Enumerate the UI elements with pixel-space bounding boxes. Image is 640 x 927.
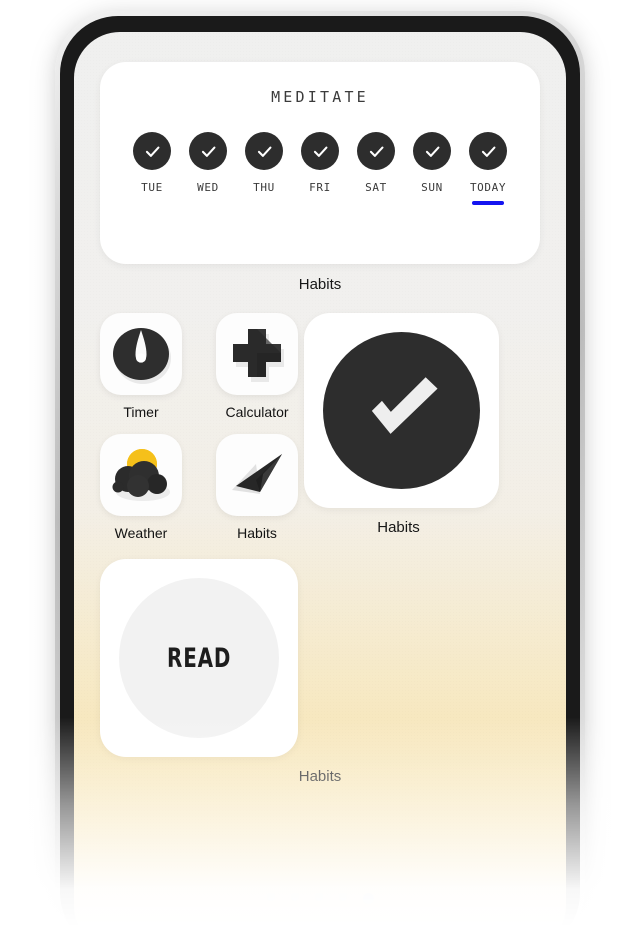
paper-plane-icon[interactable] — [216, 434, 298, 516]
day-column-wed[interactable]: WED — [182, 132, 234, 205]
check-circle-icon[interactable] — [413, 132, 451, 170]
day-column-fri[interactable]: FRI — [294, 132, 346, 205]
widget-caption-habits-medium: Habits — [377, 519, 420, 536]
app-row-2: Weather Habits — [100, 434, 298, 541]
check-circle-icon[interactable] — [133, 132, 171, 170]
timer-icon[interactable] — [100, 313, 182, 395]
read-label: READ — [166, 642, 232, 674]
screenshot-stage: MEDITATE TUE WED THU FRI SAT SUN TODAY H… — [0, 0, 640, 927]
check-circle-icon[interactable] — [245, 132, 283, 170]
day-label: WED — [197, 181, 219, 194]
page-indicator[interactable] — [74, 893, 566, 904]
check-circle-icon[interactable] — [357, 132, 395, 170]
day-label: FRI — [309, 181, 331, 194]
page-dot-1[interactable] — [266, 893, 275, 901]
home-screen: MEDITATE TUE WED THU FRI SAT SUN TODAY H… — [74, 32, 566, 927]
widget-read-wrap: READ Habits — [100, 559, 540, 785]
weather-sun-cloud-icon[interactable] — [100, 434, 182, 516]
widget-habits-medium-wrap: Habits — [298, 313, 499, 536]
day-column-thu[interactable]: THU — [238, 132, 290, 205]
meditate-title: MEDITATE — [271, 88, 369, 106]
phone-screen: MEDITATE TUE WED THU FRI SAT SUN TODAY H… — [74, 32, 566, 927]
app-grid: Timer Calculator Weather Habits Habits R… — [100, 313, 540, 785]
widget-read[interactable]: READ — [100, 559, 298, 757]
day-column-tue[interactable]: TUE — [126, 132, 178, 205]
app-label: Weather — [114, 525, 168, 541]
check-circle-icon[interactable] — [469, 132, 507, 170]
day-column-sat[interactable]: SAT — [350, 132, 402, 205]
day-label: THU — [253, 181, 275, 194]
check-circle-icon — [323, 332, 480, 489]
calculator-plus-icon[interactable] — [216, 313, 298, 395]
app-calculator[interactable]: Calculator — [216, 313, 298, 420]
app-grid-row: Timer Calculator Weather Habits Habits — [100, 313, 540, 541]
widget-habits-medium[interactable] — [304, 313, 499, 508]
check-circle-icon[interactable] — [189, 132, 227, 170]
app-left-stack: Timer Calculator Weather Habits — [100, 313, 298, 541]
check-circle-icon[interactable] — [301, 132, 339, 170]
today-indicator-underline — [472, 201, 504, 205]
widget-caption-read: Habits — [298, 768, 342, 785]
app-weather[interactable]: Weather — [100, 434, 182, 541]
page-dot-2[interactable] — [290, 893, 299, 901]
meditate-days-row: TUE WED THU FRI SAT SUN TODAY — [100, 132, 540, 205]
app-habits[interactable]: Habits — [216, 434, 298, 541]
day-label: SAT — [365, 181, 387, 194]
widget-caption-meditate: Habits — [298, 276, 342, 293]
day-label: TUE — [141, 181, 163, 194]
right-edge-fade — [580, 0, 640, 927]
page-dot-3[interactable] — [314, 893, 323, 901]
widget-meditate[interactable]: MEDITATE TUE WED THU FRI SAT SUN TODAY — [100, 62, 540, 264]
left-edge-fade — [0, 0, 60, 927]
read-circle-icon: READ — [119, 578, 279, 738]
day-label: TODAY — [469, 181, 507, 194]
app-row-1: Timer Calculator — [100, 313, 298, 420]
app-label: Calculator — [225, 404, 289, 420]
app-label: Habits — [237, 525, 277, 541]
page-dot-4[interactable] — [338, 893, 347, 901]
day-column-today[interactable]: TODAY — [462, 132, 514, 205]
app-label: Timer — [123, 404, 159, 420]
day-column-sun[interactable]: SUN — [406, 132, 458, 205]
day-label: SUN — [421, 181, 443, 194]
app-timer[interactable]: Timer — [100, 313, 182, 420]
page-dot-5-active[interactable] — [362, 893, 374, 904]
